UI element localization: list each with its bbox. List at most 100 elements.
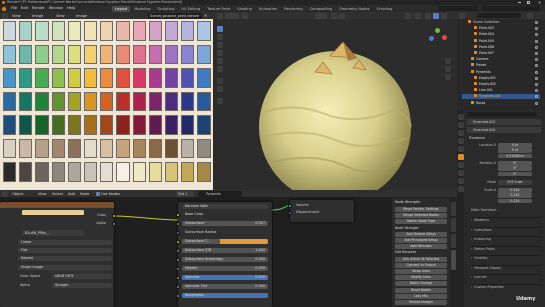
bsdf-input-socket[interactable] xyxy=(176,248,180,253)
tab-animation[interactable]: Animation xyxy=(256,6,280,12)
node-wrangler-button[interactable]: Reset Nodes xyxy=(395,287,447,293)
properties-section-header[interactable]: › Line Art xyxy=(471,274,541,280)
visibility-eye-icon[interactable] xyxy=(535,27,538,31)
node-wrangler-button[interactable]: Edit Reroutes xyxy=(395,250,447,255)
scale-tool-icon[interactable] xyxy=(217,58,223,64)
visibility-eye-icon[interactable] xyxy=(535,33,538,37)
menu-window[interactable]: Window xyxy=(47,5,65,11)
camera-view-icon[interactable] xyxy=(445,74,451,80)
scale-y-field[interactable]: 0.224 xyxy=(498,193,532,198)
node-wrangler-button[interactable]: Merge Selected Nodes xyxy=(395,213,447,219)
bsdf-input-socket[interactable] xyxy=(176,221,180,226)
gizmo-z-axis[interactable] xyxy=(429,36,434,41)
menu-view-2[interactable]: View xyxy=(56,13,65,19)
annotate-tool-icon[interactable] xyxy=(217,78,223,84)
tab-uv-editing[interactable]: UV Editing xyxy=(178,6,203,12)
bsdf-input-socket[interactable] xyxy=(176,257,180,262)
node-wrangler-button[interactable]: Add Texture Setup xyxy=(395,231,447,237)
image-browse-field[interactable]: Sunset_gouache_paint_texture xyxy=(148,12,202,19)
node-wrangler-button[interactable]: Node Wrangler xyxy=(395,226,447,231)
location-z-field[interactable]: 0.31028 m xyxy=(498,153,532,159)
object-name-field[interactable]: Pyramids.001 xyxy=(467,119,541,125)
interpolation-select[interactable]: Linear xyxy=(18,240,112,245)
rendered-shading-icon[interactable] xyxy=(441,12,447,19)
menu-image[interactable]: Image xyxy=(32,13,43,19)
subsurface-color-swatch[interactable] xyxy=(220,239,268,244)
node-wrangler-button[interactable]: Bevel Render Settings xyxy=(395,207,447,212)
visibility-eye-icon[interactable] xyxy=(535,45,538,49)
visibility-eye-icon[interactable] xyxy=(535,89,538,93)
xray-icon[interactable] xyxy=(415,12,421,19)
gizmo-x-axis[interactable] xyxy=(442,35,447,40)
node-wrangler-button[interactable]: Add Reroutes xyxy=(395,244,447,250)
bsdf-input-field[interactable]: Subsurface Anisotropy 0.000 xyxy=(182,257,268,262)
principled-bsdf-node[interactable]: Random Walk Base Color Subsurface 0.027 Sub… xyxy=(176,202,272,307)
tool-tab[interactable] xyxy=(451,218,456,232)
editor-type-icon[interactable] xyxy=(2,12,8,19)
outliner-item[interactable]: Line.001 xyxy=(462,88,540,93)
transform-tool-icon[interactable] xyxy=(217,66,223,72)
tab-sculpting[interactable]: Sculpting xyxy=(155,6,178,12)
visibility-eye-icon[interactable] xyxy=(535,101,538,105)
object-name-field-2[interactable]: Pyramids.001 xyxy=(467,127,541,133)
bsdf-input-socket[interactable] xyxy=(176,239,180,244)
menu-help[interactable]: Help xyxy=(65,5,77,11)
bsdf-input-socket[interactable] xyxy=(176,230,180,235)
bsdf-input-socket[interactable] xyxy=(176,293,180,298)
outliner-item[interactable]: Planet xyxy=(462,63,540,68)
menu-edit[interactable]: Edit xyxy=(19,5,30,11)
tab-texture-paint[interactable]: Texture Paint xyxy=(204,6,233,12)
node-wrangler-button[interactable]: Reload Images xyxy=(395,300,447,305)
tab-shading[interactable]: Shading xyxy=(234,6,255,12)
rotation-mode-select[interactable]: XYZ Euler xyxy=(498,180,532,185)
properties-section-header[interactable]: › Visibility xyxy=(471,255,541,261)
properties-section-header[interactable]: › Instancing xyxy=(471,236,541,242)
view-tab[interactable] xyxy=(451,234,456,248)
visibility-eye-icon[interactable] xyxy=(535,83,538,86)
cursor-tool-icon[interactable] xyxy=(217,34,223,40)
material-output-node[interactable]: Volume Displacement xyxy=(288,200,354,222)
alpha-mode-select[interactable]: Straight xyxy=(52,283,112,288)
visibility-eye-icon[interactable] xyxy=(535,21,538,24)
tab-modeling[interactable]: Modeling xyxy=(131,6,153,12)
outliner-item[interactable]: Point.006 xyxy=(462,44,540,50)
bsdf-input-socket[interactable] xyxy=(176,266,180,271)
scale-x-field[interactable]: 0.224 xyxy=(498,188,532,193)
node-wrangler-button[interactable]: Add Principled Setup xyxy=(395,238,447,243)
bsdf-input-field[interactable]: Roughness xyxy=(182,293,268,298)
color-space-select[interactable]: sRGB OETF xyxy=(52,274,112,279)
visibility-eye-icon[interactable] xyxy=(535,70,538,74)
minimize-button[interactable] xyxy=(518,2,521,3)
rotation-z-field[interactable]: 0° xyxy=(498,171,532,177)
tool-tab-icon[interactable] xyxy=(457,114,464,120)
outliner-item[interactable]: Rocks xyxy=(462,100,540,106)
bsdf-input-field[interactable]: Subsurface C... xyxy=(182,239,268,244)
material-tab-icon[interactable] xyxy=(457,186,464,192)
view-layer-selector[interactable] xyxy=(482,6,540,11)
filter-icon[interactable] xyxy=(527,12,533,19)
pan-icon[interactable] xyxy=(445,66,451,72)
constraint-tab-icon[interactable] xyxy=(457,170,464,176)
solid-shading-icon[interactable] xyxy=(425,12,431,19)
world-tab-icon[interactable] xyxy=(457,146,464,152)
node-wrangler-button[interactable]: Lazy Mix xyxy=(395,293,447,299)
outliner-item[interactable]: Pyramids xyxy=(462,69,540,75)
properties-section-header[interactable]: › Relations xyxy=(471,217,541,223)
outliner-item[interactable]: Empty.001 xyxy=(462,75,540,81)
node-wrangler-button[interactable]: Switch Node Type xyxy=(395,219,447,225)
image-texture-node[interactable]: Color Alpha 81u4N_PPbs_.. Linear Flat Re… xyxy=(0,202,116,307)
wrangler-tab[interactable] xyxy=(451,250,456,270)
select-tool-icon[interactable] xyxy=(217,26,223,32)
shader-node-editor[interactable]: Object View Select Add Node Use Nodes Sl… xyxy=(0,190,457,307)
node-tab[interactable] xyxy=(451,202,456,216)
volume-input-socket[interactable] xyxy=(288,204,292,208)
tab-scripting[interactable]: Scripting xyxy=(373,6,395,12)
outliner-item[interactable]: Empty.002 xyxy=(462,82,540,87)
maximize-button[interactable] xyxy=(527,1,530,4)
menu-file[interactable]: File xyxy=(9,5,19,11)
add-cube-tool-icon[interactable] xyxy=(217,98,223,104)
bsdf-input-field[interactable]: Specular 0.500 xyxy=(182,275,268,280)
bsdf-input-field[interactable]: Specular Tint 0.000 xyxy=(182,284,268,289)
blender-menu-icon[interactable] xyxy=(2,6,6,11)
outliner-item[interactable]: Point.005 xyxy=(462,38,540,44)
